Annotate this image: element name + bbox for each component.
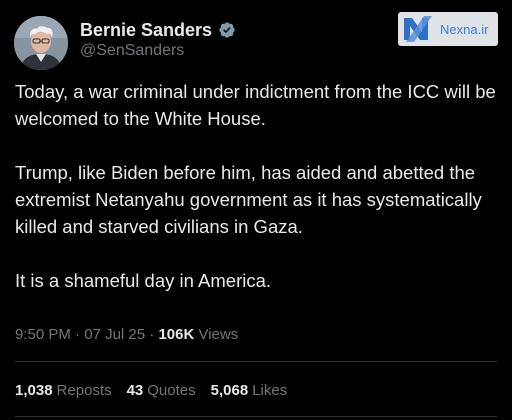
- quotes-count: 43: [126, 382, 144, 399]
- reposts-count: 1,038: [15, 382, 53, 399]
- views-label: Views: [198, 326, 239, 343]
- author-handle[interactable]: @SenSanders: [80, 42, 184, 60]
- tweet-paragraph: Trump, like Biden before him, has aided …: [15, 162, 482, 237]
- likes-label: Likes: [252, 382, 288, 399]
- tweet-meta: 9:50 PM · 07 Jul 25 · 106K Views: [15, 326, 238, 343]
- divider: [15, 361, 497, 362]
- watermark: Nexna.ir: [398, 12, 498, 46]
- author-name-row: Bernie Sanders: [80, 19, 236, 41]
- likes-stat[interactable]: 5,068 Likes: [211, 382, 288, 399]
- nexna-logo-icon: [404, 16, 432, 42]
- meta-separator: ·: [75, 326, 81, 343]
- views-count: 106K: [158, 326, 195, 343]
- author-display-name[interactable]: Bernie Sanders: [80, 20, 212, 41]
- tweet-card: Bernie Sanders @SenSanders Nexna.ir Toda…: [0, 0, 512, 420]
- tweet-time[interactable]: 9:50 PM: [15, 326, 71, 343]
- verified-badge-icon: [219, 22, 235, 38]
- profile-photo-icon: [14, 16, 68, 70]
- divider: [15, 416, 497, 417]
- engagement-stats: 1,038 Reposts 43 Quotes 5,068 Likes: [15, 382, 287, 399]
- quotes-stat[interactable]: 43 Quotes: [127, 382, 196, 399]
- meta-separator: ·: [149, 326, 155, 343]
- reposts-stat[interactable]: 1,038 Reposts: [15, 382, 112, 399]
- tweet-date[interactable]: 07 Jul 25: [84, 326, 145, 343]
- tweet-paragraph: Today, a war criminal under indictment f…: [15, 81, 496, 129]
- avatar[interactable]: [14, 16, 68, 70]
- tweet-text: Today, a war criminal under indictment f…: [15, 78, 503, 294]
- tweet-paragraph: It is a shameful day in America.: [15, 270, 272, 291]
- likes-count: 5,068: [210, 382, 249, 399]
- reposts-label: Reposts: [56, 382, 112, 399]
- quotes-label: Quotes: [147, 382, 196, 399]
- watermark-text: Nexna.ir: [440, 21, 489, 37]
